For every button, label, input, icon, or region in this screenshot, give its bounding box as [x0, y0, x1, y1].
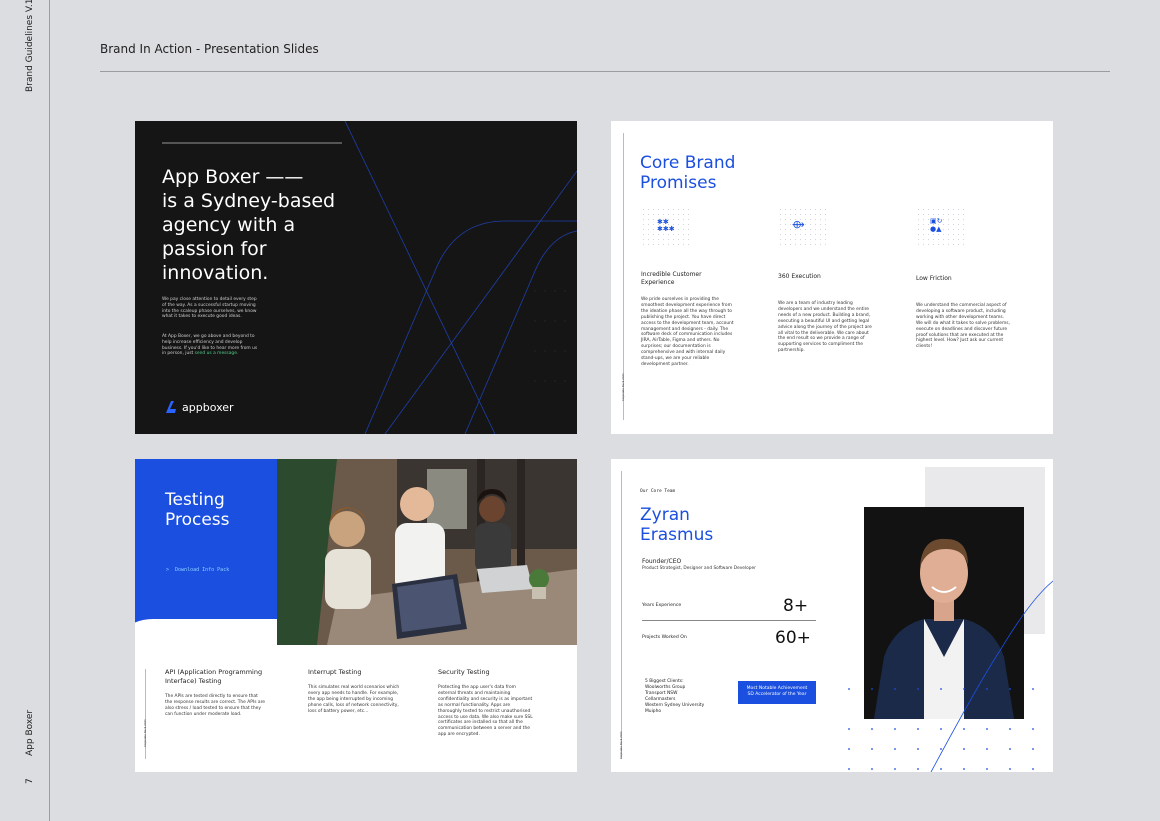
promise-column: ⟴ 360 Execution We are a team of industr… [778, 207, 873, 354]
achievement-badge: Most Notable Achievement SD Accelerator … [738, 681, 816, 704]
orbit-icon: ⟴ [792, 218, 805, 231]
contact-paragraph: At App Boxer, we go above and beyond to … [162, 334, 262, 357]
testing-title: Security Testing [438, 668, 490, 676]
promise-body: We are a team of industry leading develo… [778, 301, 872, 354]
slide-core-team: Corporate Deck 2021 Our Core Team Zyran … [611, 459, 1053, 772]
promise-title: 360 Execution [778, 273, 821, 280]
page-title: Brand In Action - Presentation Slides [100, 42, 319, 56]
shapes-icon: ▣↻ ●▲ [930, 217, 943, 233]
testing-column: Security Testing Protecting the app user… [438, 668, 533, 738]
brand-guidelines-label: Brand Guidelines V.1 [25, 0, 35, 92]
app-name-label: App Boxer [25, 709, 35, 756]
slide-side-label: Corporate Deck 2021 [620, 731, 623, 759]
promise-body: We understand the commercial aspect of d… [916, 303, 1010, 350]
promise-title: Low Friction [916, 275, 952, 282]
testing-column: Interrupt Testing This simulates real wo… [308, 668, 403, 715]
asterisks-icon: ✱✱ ✱✱✱ [657, 218, 675, 233]
send-message-link[interactable]: send us a message. [195, 351, 239, 356]
stat-label: Years Experience [642, 603, 682, 608]
stat-value: 60+ [775, 628, 811, 648]
section-eyebrow: Our Core Team [640, 489, 676, 494]
header-divider [100, 71, 1110, 72]
slide-title: Core Brand Promises [640, 153, 736, 193]
slide-left-rule [621, 471, 622, 759]
person-role-detail: Product Strategist, Designer and Softwar… [642, 566, 756, 571]
stat-value: 8+ [783, 596, 809, 616]
client-list: 5 Biggest Clients: Woolworths Group Tran… [645, 679, 705, 714]
promise-column: ✱✱ ✱✱✱ Incredible Customer Experience We… [641, 207, 736, 368]
person-name: Zyran Erasmus [640, 505, 714, 545]
slide-headline: App Boxer —— is a Sydney-based agency wi… [162, 166, 336, 284]
testing-body: The APIs are tested directly to ensure t… [165, 694, 265, 717]
appboxer-logo: appboxer [164, 400, 234, 414]
intro-paragraph: We pay close attention to detail every s… [162, 297, 257, 320]
slide-testing-process: Testing Process > Download Info Pack Cor… [135, 459, 577, 772]
team-photo-illustration [277, 459, 577, 645]
promise-column: ▣↻ ●▲ Low Friction We understand the com… [916, 207, 1011, 350]
download-info-link[interactable]: > Download Info Pack [166, 567, 229, 573]
slide-core-brand-promises: Corporate Deck 2021 Core Brand Promises … [611, 121, 1053, 434]
stat-divider [642, 620, 816, 621]
slide-side-label: Corporate Deck 2021 [144, 719, 147, 747]
logo-wordmark: appboxer [182, 400, 234, 414]
testing-title: Interrupt Testing [308, 668, 362, 676]
promise-body: We pride ourselves in providing the smoo… [641, 297, 734, 367]
testing-title: API (Application Programming Interface) … [165, 668, 263, 685]
slide-side-label: Corporate Deck 2021 [622, 373, 625, 401]
dot-grid-decoration [848, 580, 1053, 772]
page-number: 7 [25, 778, 35, 784]
stat-label: Projects Worked On [642, 635, 687, 640]
slide-title: Testing Process [165, 490, 230, 530]
slide-intro: App Boxer —— is a Sydney-based agency wi… [135, 121, 577, 434]
testing-body: This simulates real world scenarios whic… [308, 685, 400, 714]
page-sidebar: Brand Guidelines V.1 App Boxer 7 [0, 0, 50, 821]
team-meeting-photo [277, 459, 577, 645]
blue-panel [135, 459, 277, 642]
slide-top-rule [162, 142, 342, 144]
person-role: Founder/CEO [642, 558, 682, 565]
testing-column: API (Application Programming Interface) … [165, 668, 265, 718]
download-label: Download Info Pack [175, 567, 230, 573]
promise-title: Incredible Customer Experience [641, 271, 702, 286]
testing-body: Protecting the app user's data from exte… [438, 685, 533, 738]
appboxer-logo-icon [166, 401, 176, 413]
